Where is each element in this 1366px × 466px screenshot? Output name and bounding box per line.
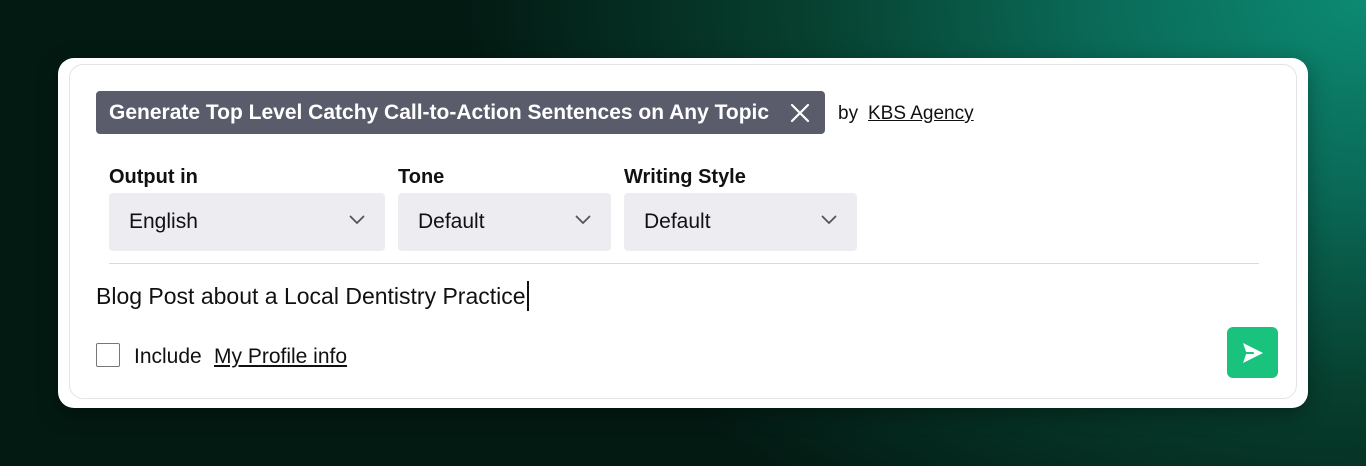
output-language-select[interactable]: English — [109, 193, 385, 251]
prompt-input[interactable]: Blog Post about a Local Dentistry Practi… — [96, 281, 529, 311]
output-language-label: Output in — [109, 166, 198, 188]
output-language-value: English — [129, 210, 198, 233]
by-label: by — [838, 103, 859, 124]
writing-style-select[interactable]: Default — [624, 193, 857, 251]
close-icon[interactable] — [789, 102, 811, 124]
chevron-down-icon — [821, 215, 837, 224]
prompt-card-inner: Generate Top Level Catchy Call-to-Action… — [69, 64, 1297, 399]
writing-style-value: Default — [644, 210, 711, 233]
tone-value: Default — [418, 210, 485, 233]
include-profile-checkbox[interactable] — [96, 343, 120, 367]
divider — [109, 263, 1259, 264]
send-button[interactable] — [1227, 327, 1278, 378]
prompt-input-text: Blog Post about a Local Dentistry Practi… — [96, 282, 526, 309]
chevron-down-icon — [575, 215, 591, 224]
author-link[interactable]: KBS Agency — [868, 103, 974, 125]
prompt-card: Generate Top Level Catchy Call-to-Action… — [58, 58, 1308, 408]
tone-select[interactable]: Default — [398, 193, 611, 251]
profile-info-link[interactable]: My Profile info — [214, 345, 347, 369]
writing-style-label: Writing Style — [624, 166, 746, 188]
prompt-title: Generate Top Level Catchy Call-to-Action… — [109, 100, 770, 124]
tone-label: Tone — [398, 166, 445, 188]
send-icon — [1242, 342, 1263, 363]
chevron-down-icon — [349, 215, 365, 224]
text-caret — [526, 281, 529, 311]
prompt-title-pill: Generate Top Level Catchy Call-to-Action… — [96, 91, 826, 134]
include-label: Include — [134, 345, 202, 368]
